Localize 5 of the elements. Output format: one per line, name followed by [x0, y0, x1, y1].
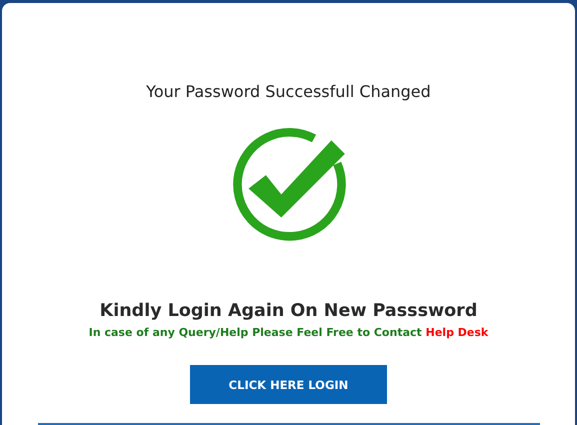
login-button[interactable]: CLICK HERE LOGIN	[190, 365, 387, 404]
help-desk-link[interactable]: Help Desk	[426, 326, 488, 340]
success-message: Your Password Successfull Changed	[146, 82, 431, 102]
heading: Kindly Login Again On New Passsword	[100, 300, 478, 322]
help-text: In case of any Query/Help Please Feel Free to Contact Help Desk	[88, 326, 488, 340]
